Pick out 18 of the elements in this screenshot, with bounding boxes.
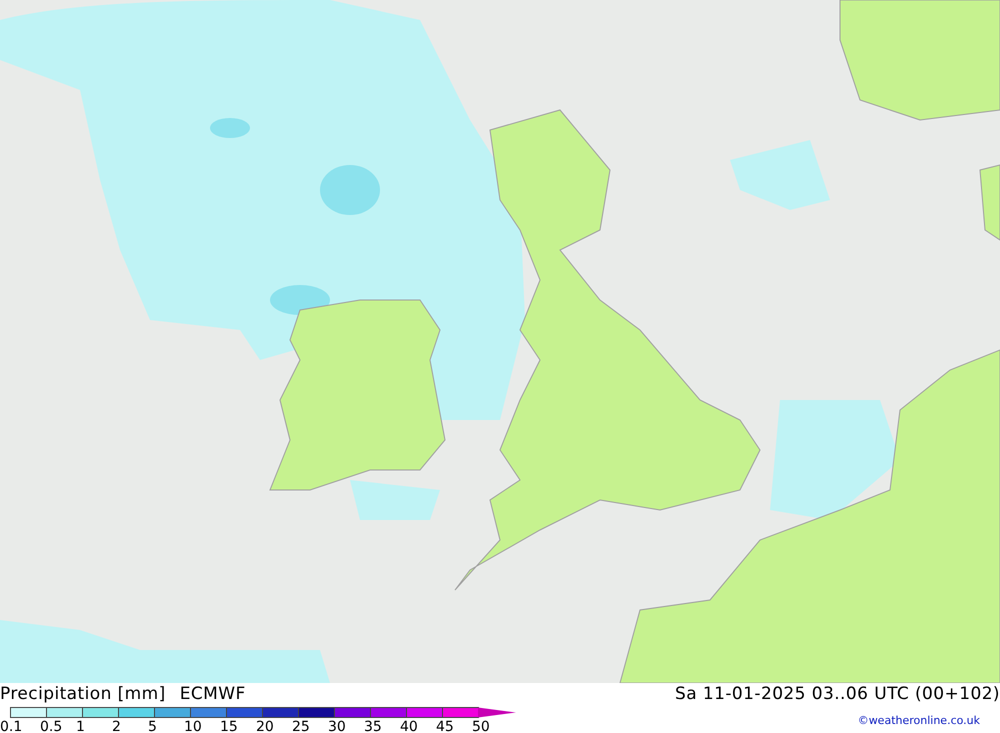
scale-label: 2 <box>112 719 121 733</box>
scale-label: 10 <box>184 719 202 733</box>
scale-label: 25 <box>292 719 310 733</box>
scale-label: 1 <box>76 719 85 733</box>
scale-label: 5 <box>148 719 157 733</box>
scale-label: 50 <box>472 719 490 733</box>
scale-label: 30 <box>328 719 346 733</box>
credit-link[interactable]: ©weatheronline.co.uk <box>858 713 1000 730</box>
scale-label: 35 <box>364 719 382 733</box>
valid-time: Sa 11-01-2025 03..06 UTC (00+102) <box>674 683 1000 706</box>
model-name: ECMWF <box>180 683 246 706</box>
scale-label: 0.1 <box>0 719 22 733</box>
scale-label: 20 <box>256 719 274 733</box>
scale-label: 45 <box>436 719 454 733</box>
scale-label: 15 <box>220 719 238 733</box>
scale-label: 0.5 <box>40 719 62 733</box>
scale-label: 40 <box>400 719 418 733</box>
parameter-title: Precipitation [mm] <box>0 683 166 706</box>
